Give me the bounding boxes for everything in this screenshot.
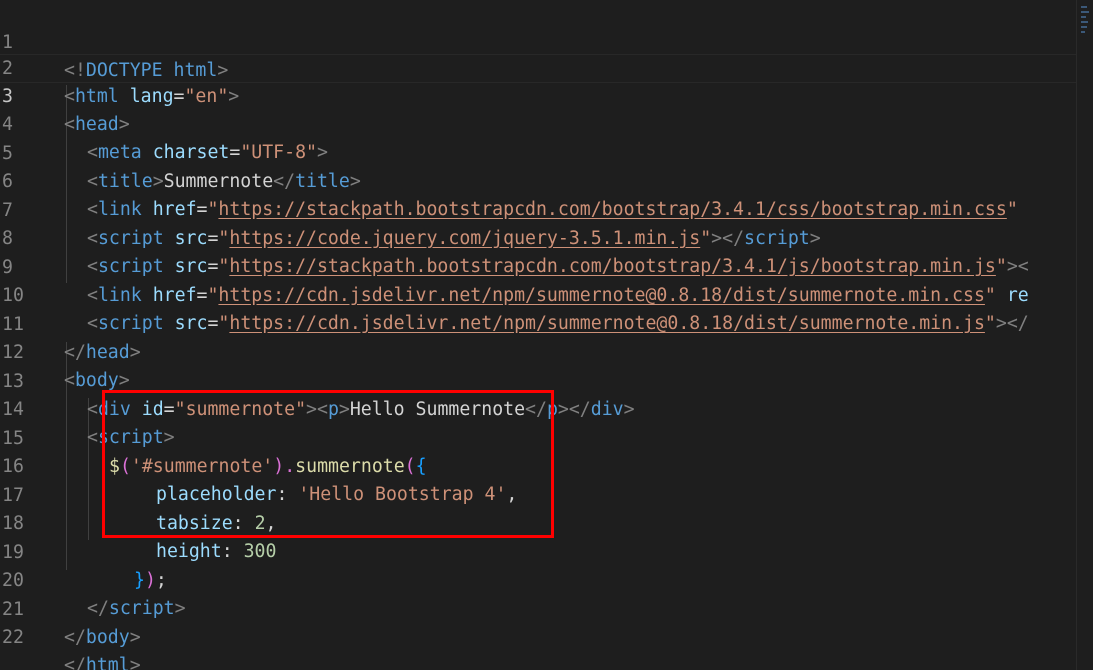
code-line[interactable]: 7 <script src="https://code.jquery.com/j… xyxy=(0,168,1093,250)
line-code: </html> xyxy=(64,655,141,670)
code-line[interactable]: 15 $('#summernote').summernote({ xyxy=(0,396,1093,478)
code-line[interactable]: 5 <title>Summernote</title> xyxy=(0,111,1093,193)
minimap-icon xyxy=(1081,4,1089,34)
code-line[interactable]: 1 <!DOCTYPE html> xyxy=(0,0,1093,82)
code-line[interactable]: 8 <script src="https://stackpath.bootstr… xyxy=(0,196,1093,278)
vertical-scrollbar[interactable] xyxy=(1076,0,1093,670)
code-line[interactable]: 4 <meta charset="UTF-8"> xyxy=(0,82,1093,164)
code-line[interactable]: 20 </script> xyxy=(0,538,1093,620)
code-line[interactable]: 6 <link href="https://stackpath.bootstra… xyxy=(0,139,1093,221)
code-line[interactable]: 17 tabsize: 2, xyxy=(0,453,1093,535)
code-line[interactable]: 18 height: 300 xyxy=(0,481,1093,563)
code-line-current[interactable]: 3 <head> xyxy=(0,54,1093,136)
code-line[interactable]: 12 <body> xyxy=(0,310,1093,392)
line-code: </body> xyxy=(64,627,141,648)
code-line[interactable]: 9 <link href="https://cdn.jsdelivr.net/n… xyxy=(0,225,1093,307)
code-line[interactable]: 19 }); xyxy=(0,510,1093,592)
code-line[interactable]: 13 <div id="summernote"><p>Hello Summern… xyxy=(0,339,1093,421)
code-line[interactable]: 21 </body> xyxy=(0,567,1093,649)
code-line[interactable]: 22 </html> xyxy=(0,595,1093,670)
code-line[interactable]: 2 <html lang="en"> xyxy=(0,26,1093,108)
line-number: 22 xyxy=(2,626,24,648)
code-line[interactable]: 14 <script> xyxy=(0,367,1093,449)
code-line[interactable]: 10 <script src="https://cdn.jsdelivr.net… xyxy=(0,253,1093,335)
code-line[interactable]: 16 placeholder: 'Hello Bootstrap 4', xyxy=(0,424,1093,506)
code-line[interactable]: 11 </head> xyxy=(0,282,1093,364)
code-editor[interactable]: 1 <!DOCTYPE html> 2 <html lang="en"> 3 <… xyxy=(0,0,1093,670)
